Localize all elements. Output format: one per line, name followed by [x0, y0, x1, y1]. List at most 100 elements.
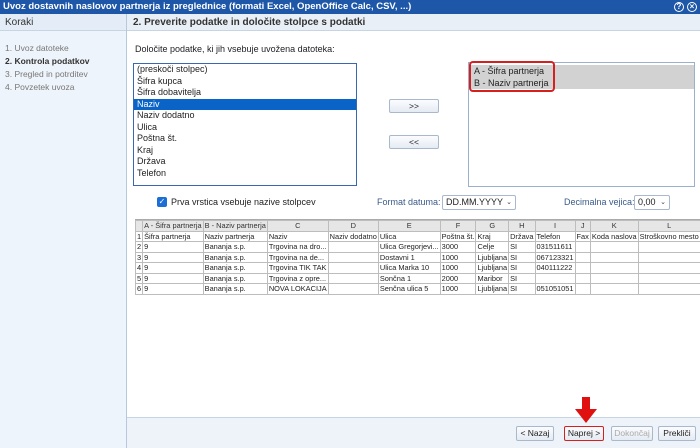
table-cell [589, 251, 639, 263]
table-cell: Bananja s.p. [202, 241, 268, 253]
table-cell: 1000 [439, 283, 477, 295]
add-field-button[interactable]: >> [389, 99, 439, 113]
table-cell [327, 283, 379, 295]
grid-column-header[interactable]: B - Naziv partnerja [202, 220, 268, 232]
back-button[interactable]: < Nazaj [516, 426, 554, 441]
chevron-down-icon: ⌄ [506, 199, 512, 206]
field-option[interactable]: (preskoči stolpec) [134, 64, 356, 76]
sidebar-title: Koraki [0, 14, 126, 31]
table-cell: Naziv partnerja [202, 230, 268, 242]
table-cell [589, 283, 639, 295]
table-cell: Ulica [377, 230, 441, 242]
arrow-down-icon [575, 397, 597, 423]
table-cell: Naziv [266, 230, 329, 242]
steps-sidebar: Koraki 1. Uvoz datoteke 2. Kontrola poda… [0, 14, 127, 448]
table-cell: 9 [142, 251, 204, 263]
field-option-selected[interactable]: Naziv [134, 98, 356, 110]
window-title: Uvoz dostavnih naslovov partnerja iz pre… [3, 1, 412, 12]
table-cell: 051051051 [534, 283, 576, 295]
date-format-select[interactable]: DD.MM.YYYY ⌄ [442, 195, 516, 210]
table-cell: Dostavni 1 [377, 251, 441, 263]
table-cell: Kraj [475, 230, 510, 242]
table-cell: Sončna 1 [377, 272, 441, 284]
table-cell [574, 241, 591, 253]
step-item: 4. Povzetek uvoza [5, 82, 75, 92]
field-option[interactable]: Šifra kupca [134, 76, 356, 88]
grid-column-header[interactable]: K [589, 220, 639, 232]
table-cell: Bananja s.p. [202, 272, 268, 284]
table-cell: Ulica Marka 10 [377, 262, 441, 274]
row-number: 1 [135, 230, 144, 242]
remove-field-button[interactable]: << [389, 135, 439, 149]
table-cell: 031511611 [534, 241, 576, 253]
highlight-box [469, 61, 555, 92]
decimal-value: 0,00 [638, 197, 656, 207]
table-row: 6 9 Bananja s.p. NOVA LOKACIJA Senčna ulica … [135, 283, 700, 295]
preview-grid[interactable]: A - Šifra partnerja B - Naziv partnerja C D… [135, 219, 700, 299]
table-row: 1 Šifra partnerja Naziv partnerja Naziv Nazi… [135, 230, 700, 242]
table-cell: SI [508, 272, 536, 284]
table-cell: Trgovina na de... [266, 251, 329, 263]
table-cell: Poštna št. [439, 230, 477, 242]
table-cell: 2000 [439, 272, 477, 284]
grid-column-header[interactable]: A - Šifra partnerja [142, 220, 204, 232]
available-fields-list[interactable]: (preskoči stolpec) Šifra kupca Šifra dob… [133, 63, 357, 186]
close-icon[interactable]: × [687, 2, 697, 12]
table-cell: Bananja s.p. [202, 251, 268, 263]
table-cell: SI [508, 262, 536, 274]
table-cell: 9 [142, 272, 204, 284]
table-cell: 067123321 [534, 251, 576, 263]
decimal-select[interactable]: 0,00 ⌄ [634, 195, 670, 210]
help-icon[interactable]: ? [674, 2, 684, 12]
table-cell: Trgovina z opre... [266, 272, 329, 284]
instruction-text: Določite podatke, ki jih vsebuje uvožena… [135, 44, 335, 54]
field-option[interactable]: Poštna št. [134, 133, 356, 145]
table-cell [574, 262, 591, 274]
table-cell: 040111222 [534, 262, 576, 274]
date-format-label: Format datuma: [377, 197, 441, 207]
grid-column-header[interactable]: F [439, 220, 477, 232]
field-option[interactable]: Naziv dodatno [134, 110, 356, 122]
field-option[interactable]: Država [134, 156, 356, 168]
table-cell: Bananja s.p. [202, 283, 268, 295]
grid-column-header[interactable]: J [574, 220, 591, 232]
row-number: 6 [135, 283, 144, 295]
table-cell: SI [508, 251, 536, 263]
table-cell [327, 262, 379, 274]
step-item: 1. Uvoz datoteke [5, 43, 69, 53]
grid-column-header[interactable]: H [508, 220, 536, 232]
table-cell: Maribor [475, 272, 510, 284]
field-option[interactable]: Kraj [134, 145, 356, 157]
table-cell: Ljubljana [475, 251, 510, 263]
table-row: 4 9 Bananja s.p. Trgovina TIK TAK Ulica Mark… [135, 262, 700, 274]
grid-corner-cell [135, 220, 144, 232]
table-cell [327, 272, 379, 284]
table-cell: Fax [574, 230, 591, 242]
table-cell [589, 272, 639, 284]
table-cell: Ljubljana [475, 283, 510, 295]
grid-column-header[interactable]: G [475, 220, 510, 232]
grid-column-header[interactable]: C [266, 220, 329, 232]
field-option[interactable]: Šifra dobavitelja [134, 87, 356, 99]
table-cell: SI [508, 283, 536, 295]
cancel-button[interactable]: Prekliči [658, 426, 696, 441]
table-cell: Celje [475, 241, 510, 253]
grid-column-header[interactable]: I [534, 220, 576, 232]
table-cell: NOVA LOKACIJA [266, 283, 329, 295]
row-number: 2 [135, 241, 144, 253]
table-cell: 9 [142, 283, 204, 295]
finish-button[interactable]: Dokončaj [611, 426, 653, 441]
grid-column-header[interactable]: E [377, 220, 441, 232]
table-cell [637, 283, 700, 295]
next-button[interactable]: Naprej > [564, 426, 604, 441]
header-row-checkbox[interactable]: ✓ [157, 197, 167, 207]
step-item-active: 2. Kontrola podatkov [5, 56, 90, 66]
grid-column-header[interactable]: D [327, 220, 379, 232]
grid-column-header[interactable]: L [637, 220, 700, 232]
table-cell [574, 272, 591, 284]
field-option[interactable]: Telefon [134, 168, 356, 180]
field-option[interactable]: Ulica [134, 122, 356, 134]
table-cell: SI [508, 241, 536, 253]
table-cell: Senčna ulica 5 [377, 283, 441, 295]
table-cell: 1000 [439, 262, 477, 274]
